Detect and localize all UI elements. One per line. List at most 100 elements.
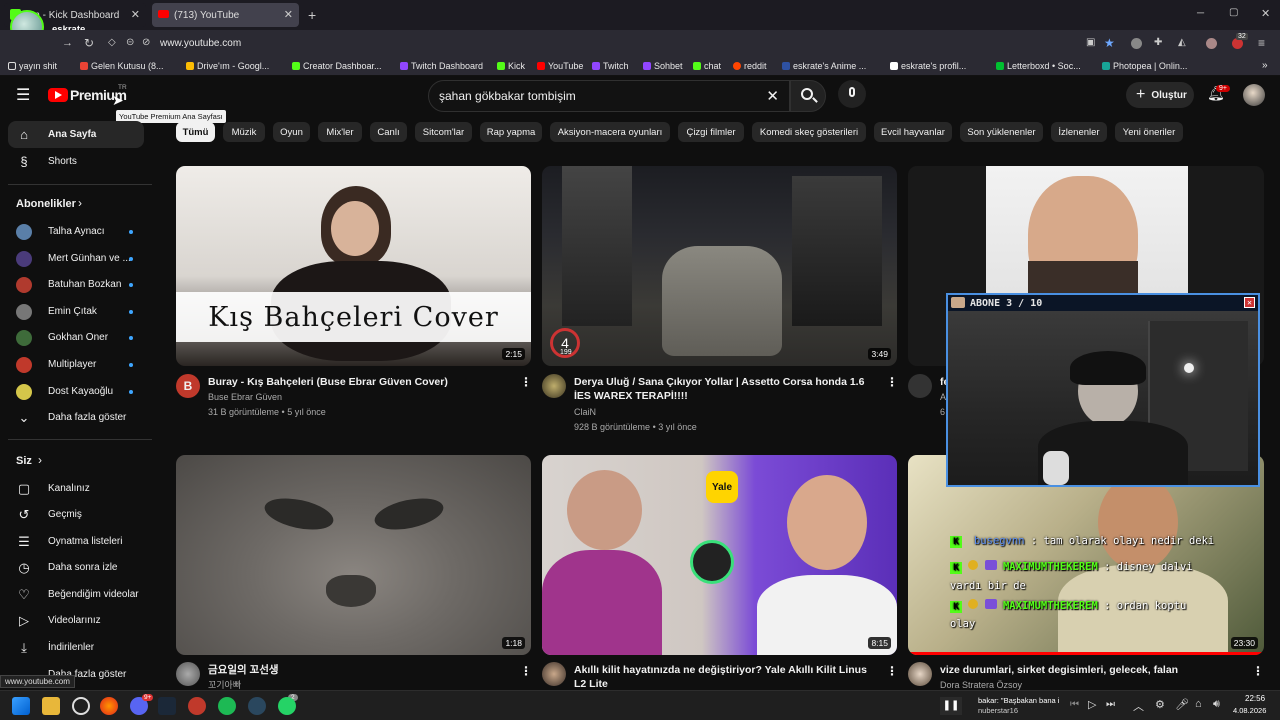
chip[interactable]: Sitcom'lar: [415, 122, 472, 142]
video-title[interactable]: Buray - Kış Bahçeleri (Buse Ebrar Güven …: [208, 375, 508, 389]
search-button[interactable]: [790, 80, 826, 112]
bookmark-chat[interactable]: chat: [693, 61, 721, 71]
tray-chevron-icon[interactable]: ︿: [1133, 698, 1144, 714]
bookmark-sohbet[interactable]: Sohbet: [643, 61, 683, 71]
clock-time[interactable]: 22:56: [1245, 694, 1265, 703]
channel-avatar[interactable]: B: [176, 374, 200, 398]
steam-chat-icon[interactable]: [248, 697, 266, 715]
previous-track-icon[interactable]: ⏮: [1070, 699, 1079, 710]
bookmark-profile[interactable]: eskrate's profil...: [890, 61, 966, 71]
sidebar-item-sub[interactable]: Talha Aynacı: [0, 218, 152, 245]
video-thumbnail[interactable]: Yale 8:15: [542, 455, 897, 655]
channel-avatar[interactable]: [542, 662, 566, 686]
video-title[interactable]: Akıllı kilit hayatınızda ne değiştiriyor…: [574, 663, 874, 691]
more-options-icon[interactable]: ⋮: [520, 664, 532, 678]
bookmark-twitch[interactable]: Twitch: [592, 61, 629, 71]
create-button[interactable]: + Oluştur: [1126, 82, 1194, 108]
sidebar-item-watch-later[interactable]: ◷ Daha sonra izle: [0, 554, 152, 581]
close-icon[interactable]: ✕: [131, 8, 140, 21]
bookmark-letterboxd[interactable]: Letterboxd • Soc...: [996, 61, 1081, 71]
shield-icon[interactable]: ◇: [108, 37, 116, 48]
whatsapp-icon[interactable]: [278, 697, 296, 715]
play-icon[interactable]: ▷: [1088, 698, 1096, 711]
subscriptions-header[interactable]: Abonelikler ›: [0, 192, 152, 216]
start-windows-icon[interactable]: [12, 697, 30, 715]
extension-icon[interactable]: [1131, 38, 1142, 49]
chip[interactable]: Rap yapma: [480, 122, 542, 142]
you-header[interactable]: Siz ›: [0, 449, 152, 473]
new-tab-button[interactable]: +: [308, 7, 316, 23]
channel-avatar[interactable]: [176, 662, 200, 686]
volume-icon[interactable]: 🔊︎: [1213, 698, 1220, 711]
more-bookmarks-button[interactable]: »: [1262, 60, 1268, 71]
extension-icon[interactable]: ◭: [1178, 37, 1186, 48]
more-options-icon[interactable]: ⋮: [1252, 664, 1264, 678]
sidebar-item-sub[interactable]: Dost Kayaoğlu: [0, 378, 152, 405]
bookmark-drive[interactable]: Drive'ım - Googl...: [186, 61, 269, 71]
sidebar-item-shorts[interactable]: § Shorts: [0, 148, 152, 175]
obs-icon[interactable]: [72, 697, 90, 715]
puzzle-icon[interactable]: ✚: [1154, 37, 1162, 48]
more-options-icon[interactable]: ⋮: [886, 375, 898, 389]
sidebar-item-sub[interactable]: Batuhan Bozkan: [0, 271, 152, 298]
bookmark-reddit[interactable]: reddit: [733, 61, 767, 71]
sidebar-item-home[interactable]: ⌂ Ana Sayfa: [8, 121, 144, 148]
steam-icon[interactable]: [158, 697, 176, 715]
sidebar-item-liked[interactable]: ♡ Beğendiğim videolar: [0, 581, 152, 608]
chip[interactable]: Çizgi filmler: [678, 122, 744, 142]
hamburger-menu-icon[interactable]: ☰: [16, 85, 30, 105]
channel-avatar[interactable]: [908, 374, 932, 398]
clear-search-icon[interactable]: ✕: [766, 87, 779, 105]
lock-icon[interactable]: ⊝: [126, 37, 134, 48]
bookmark-anime[interactable]: eskrate's Anime ...: [782, 61, 866, 71]
settings-icon[interactable]: ⚙: [1155, 698, 1165, 711]
sidebar-item-channel[interactable]: ▢ Kanalınız: [0, 475, 152, 502]
reader-view-icon[interactable]: ▣: [1086, 37, 1095, 48]
search-input[interactable]: şahan gökbakar tombişim ✕: [428, 80, 790, 112]
network-icon[interactable]: ⌂: [1195, 698, 1202, 710]
spotify-icon[interactable]: [218, 697, 236, 715]
chip[interactable]: Yeni öneriler: [1115, 122, 1183, 142]
chip[interactable]: Müzik: [223, 122, 265, 142]
video-thumbnail[interactable]: 1:18: [176, 455, 531, 655]
sidebar-show-more[interactable]: ⌄ Daha fazla göster: [0, 404, 152, 431]
channel-avatar[interactable]: [908, 662, 932, 686]
youtube-logo-icon[interactable]: [48, 88, 68, 102]
sidebar-item-downloads[interactable]: ⤓ İndirilenler: [0, 634, 152, 661]
bookmark-photopea[interactable]: Photopea | Onlin...: [1102, 61, 1187, 71]
bookmark-gmail[interactable]: Gelen Kutusu (8...: [80, 61, 164, 71]
maximize-button[interactable]: ▢: [1229, 7, 1238, 18]
video-title[interactable]: vize durumlari, sirket degisimleri, gele…: [940, 663, 1240, 677]
forward-icon[interactable]: →: [62, 37, 73, 49]
minimize-button[interactable]: ─: [1197, 8, 1204, 19]
menu-icon[interactable]: ≡: [1258, 36, 1265, 50]
bookmark-twitch-dashboard[interactable]: Twitch Dashboard: [400, 61, 483, 71]
permissions-icon[interactable]: ⊘: [142, 37, 150, 48]
bookmark-star-icon[interactable]: ★: [1104, 36, 1115, 50]
sidebar-item-sub[interactable]: Emin Çıtak: [0, 298, 152, 325]
channel-avatar[interactable]: [542, 374, 566, 398]
video-title[interactable]: Derya Uluğ / Sana Çıkıyor Yollar | Asset…: [574, 375, 874, 403]
more-options-icon[interactable]: ⋮: [520, 375, 532, 389]
sidebar-item-your-videos[interactable]: ▷ Videolarınız: [0, 607, 152, 634]
sidebar-item-history[interactable]: ↺ Geçmiş: [0, 501, 152, 528]
next-track-icon[interactable]: ⏭: [1106, 699, 1115, 710]
more-options-icon[interactable]: ⋮: [886, 664, 898, 678]
bookmark-folder[interactable]: yayın shit: [8, 61, 57, 71]
reload-icon[interactable]: ↻: [84, 36, 94, 50]
voice-search-button[interactable]: [838, 80, 866, 108]
firefox-icon[interactable]: [100, 697, 118, 715]
chip[interactable]: Son yüklenenler: [960, 122, 1043, 142]
video-thumbnail[interactable]: Kış Bahçeleri Cover 2:15: [176, 166, 531, 366]
chip[interactable]: Evcil hayvanlar: [874, 122, 952, 142]
sidebar-item-sub[interactable]: Mert Günhan ve ...: [0, 245, 152, 272]
chip[interactable]: İzlenenler: [1051, 122, 1107, 142]
chip[interactable]: Aksiyon-macera oyunları: [550, 122, 670, 142]
bookmark-youtube[interactable]: YouTube: [537, 61, 583, 71]
window-close-button[interactable]: ✕: [1261, 7, 1270, 20]
chip[interactable]: Komedi skeç gösterileri: [752, 122, 866, 142]
chip[interactable]: Oyun: [273, 122, 310, 142]
chip-all[interactable]: Tümü: [176, 122, 215, 142]
sidebar-item-sub[interactable]: Multiplayer: [0, 351, 152, 378]
clock-date[interactable]: 4.08.2026: [1233, 706, 1266, 715]
